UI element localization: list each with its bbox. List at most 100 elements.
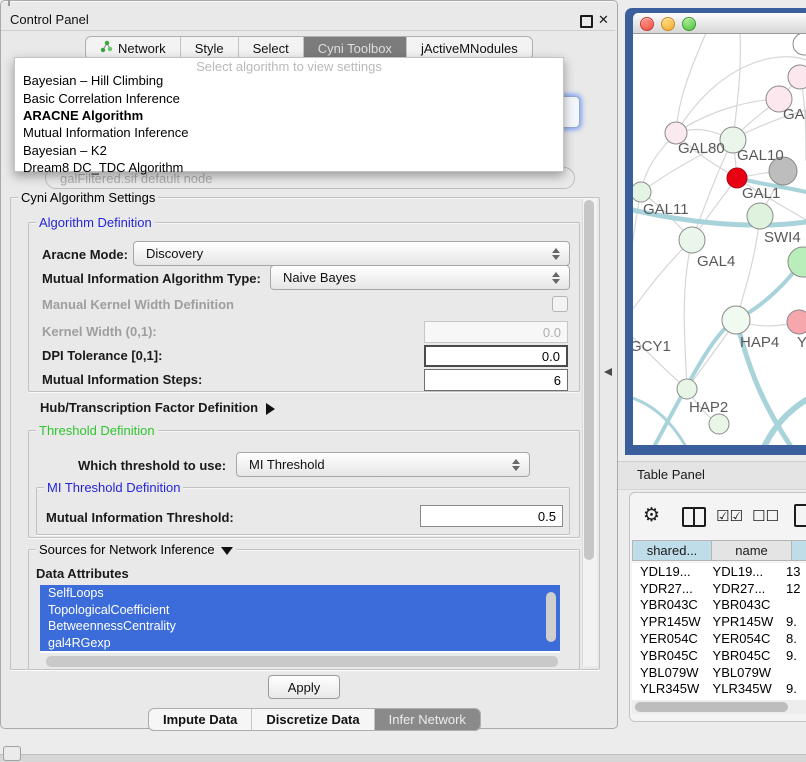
- float-window-icon[interactable]: [580, 15, 593, 28]
- network-canvas[interactable]: GALGAL80GAL10GAL1GAL11SWI4GAL4HAP4YGCY1H…: [633, 34, 806, 445]
- combo-stepper-icon: [552, 248, 560, 260]
- tab-impute-data[interactable]: Impute Data: [149, 709, 252, 730]
- mi-type-combo[interactable]: Naive Bayes: [270, 265, 570, 290]
- dropdown-item-selected[interactable]: ARACNE Algorithm: [15, 107, 563, 124]
- kernel-width-label: Kernel Width (0,1):: [42, 324, 157, 339]
- manual-kernel-checkbox[interactable]: [552, 296, 568, 312]
- table-panel-title: Table Panel: [637, 467, 705, 482]
- network-node-label: HAP4: [740, 334, 779, 351]
- tab-cyni-toolbox[interactable]: Cyni Toolbox: [304, 37, 407, 59]
- sources-title[interactable]: Sources for Network Inference: [36, 542, 236, 557]
- dropdown-item[interactable]: Mutual Information Inference: [15, 124, 563, 141]
- threshold-definition-title: Threshold Definition: [36, 423, 158, 438]
- attribute-item-selected[interactable]: gal4RGexp: [40, 635, 560, 652]
- bottom-tab-bar: Impute Data Discretize Data Infer Networ…: [148, 708, 481, 731]
- settings-group-title: Cyni Algorithm Settings: [18, 190, 158, 205]
- settings-scrollbar-thumb[interactable]: [584, 200, 594, 560]
- tab-select[interactable]: Select: [239, 37, 304, 59]
- network-node: [679, 227, 705, 253]
- close-traffic-light[interactable]: [640, 17, 654, 31]
- dropdown-item[interactable]: Basic Correlation Inference: [15, 89, 563, 106]
- attr-list-hscrollbar-thumb[interactable]: [46, 656, 558, 667]
- screen: Control Panel ✕ Network Style Select Cyn…: [0, 0, 806, 762]
- table-row[interactable]: YBR045C YBR045C 9.: [632, 647, 806, 664]
- unchecked-boxes-icon[interactable]: ☐☐: [752, 507, 779, 525]
- which-threshold-combo[interactable]: MI Threshold: [236, 452, 530, 477]
- network-node: [722, 306, 750, 334]
- close-icon[interactable]: ✕: [598, 12, 609, 28]
- algorithm-definition-title: Algorithm Definition: [36, 215, 155, 230]
- corner-dock-icon[interactable]: [3, 746, 21, 761]
- tab-jactivemnodules[interactable]: jActiveMNodules: [407, 37, 532, 59]
- zoom-traffic-light[interactable]: [682, 17, 696, 31]
- network-node: [747, 203, 773, 229]
- mi-steps-field[interactable]: 6: [424, 369, 568, 391]
- table-header: shared... name: [632, 540, 806, 561]
- gear-icon[interactable]: ⚙: [643, 504, 660, 527]
- table-row[interactable]: YDL19... YDL19... 13: [632, 563, 806, 580]
- tab-infer-network[interactable]: Infer Network: [375, 709, 480, 730]
- algorithm-dropdown-popup: Select algorithm to view settings Bayesi…: [14, 57, 564, 172]
- table-row[interactable]: YER054C YER054C 8.: [632, 630, 806, 647]
- document-icon[interactable]: [794, 504, 806, 527]
- network-node: [793, 34, 806, 55]
- data-attributes-label: Data Attributes: [36, 566, 129, 581]
- mi-steps-label: Mutual Information Steps:: [42, 372, 202, 387]
- mi-type-label: Mutual Information Algorithm Type:: [42, 271, 261, 286]
- which-threshold-label: Which threshold to use:: [78, 458, 226, 473]
- network-node-label: GAL11: [643, 201, 689, 218]
- column-header-3[interactable]: [791, 540, 806, 561]
- table-body[interactable]: YDL19... YDL19... 13 YDR27... YDR27... 1…: [632, 563, 806, 700]
- tab-network[interactable]: Network: [86, 37, 181, 59]
- network-node: [677, 379, 697, 399]
- top-left-tick: [8, 0, 10, 6]
- attribute-item-selected[interactable]: SelfLoops: [40, 585, 560, 602]
- expand-right-icon: [266, 403, 275, 415]
- split-columns-icon[interactable]: [682, 507, 706, 527]
- attribute-item-selected[interactable]: BetweennessCentrality: [40, 618, 560, 635]
- tab-label: Network: [118, 41, 166, 56]
- network-node-label: GAL4: [697, 253, 735, 270]
- manual-kernel-label: Manual Kernel Width Definition: [42, 297, 234, 312]
- dropdown-item[interactable]: Dream8 DC_TDC Algorithm: [15, 159, 563, 176]
- attribute-item-selected[interactable]: TopologicalCoefficient: [40, 602, 560, 619]
- network-node-label: GAL10: [737, 147, 784, 164]
- minimize-traffic-light[interactable]: [661, 17, 675, 31]
- dpi-tolerance-field[interactable]: 0.0: [424, 345, 568, 367]
- hub-definition-toggle[interactable]: Hub/Transcription Factor Definition: [40, 400, 275, 415]
- column-header-shared[interactable]: shared...: [632, 540, 711, 561]
- table-hscrollbar-thumb[interactable]: [635, 702, 788, 712]
- mouse-cursor: [604, 368, 612, 376]
- network-graph: GALGAL80GAL10GAL1GAL11SWI4GAL4HAP4YGCY1H…: [633, 34, 806, 445]
- tab-discretize-data[interactable]: Discretize Data: [252, 709, 374, 730]
- dropdown-item[interactable]: Bayesian – K2: [15, 142, 563, 159]
- table-row[interactable]: YDR27... YDR27... 12: [632, 580, 806, 597]
- table-row[interactable]: YLR345W YLR345W 9.: [632, 681, 806, 698]
- mi-threshold-label: Mutual Information Threshold:: [46, 510, 234, 525]
- bottom-strip: [0, 754, 806, 762]
- mi-threshold-field[interactable]: 0.5: [420, 505, 563, 527]
- combo-stepper-icon: [552, 272, 560, 284]
- combo-stepper-icon: [512, 459, 520, 471]
- table-row[interactable]: YPR145W YPR145W 9.: [632, 613, 806, 630]
- column-header-name[interactable]: name: [711, 540, 791, 561]
- table-row[interactable]: YBR043C YBR043C: [632, 597, 806, 614]
- panel-title: Control Panel: [10, 12, 89, 27]
- network-node: [787, 310, 806, 334]
- network-node-label: GAL: [783, 106, 806, 123]
- table-row[interactable]: YBL079W YBL079W: [632, 664, 806, 681]
- network-icon: [100, 40, 113, 56]
- network-node: [788, 65, 806, 89]
- checked-boxes-icon[interactable]: ☑☑: [716, 507, 743, 525]
- network-node-label: GAL80: [678, 140, 725, 157]
- data-attributes-list[interactable]: SelfLoopsTopologicalCoefficientBetweenne…: [40, 585, 560, 653]
- dropdown-item[interactable]: Bayesian – Hill Climbing: [15, 72, 563, 89]
- aracne-mode-combo[interactable]: Discovery: [133, 241, 570, 266]
- network-node-label: SWI4: [764, 229, 801, 246]
- tab-style[interactable]: Style: [181, 37, 239, 59]
- apply-button[interactable]: Apply: [268, 675, 340, 699]
- attr-list-scrollbar-thumb[interactable]: [546, 592, 556, 642]
- kernel-width-field[interactable]: 0.0: [424, 321, 568, 343]
- network-node: [709, 414, 729, 434]
- network-window-titlebar[interactable]: [633, 13, 806, 34]
